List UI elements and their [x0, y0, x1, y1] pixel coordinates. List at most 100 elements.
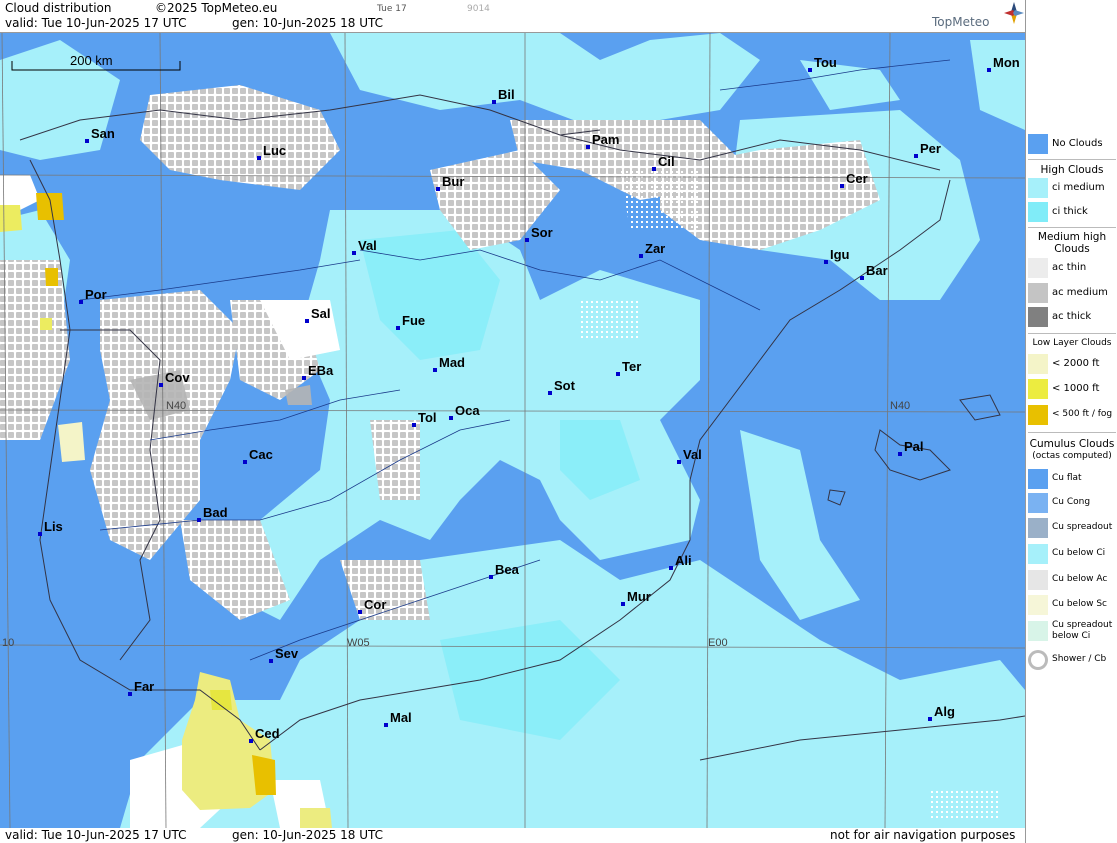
city-name: Bur: [442, 174, 464, 189]
cu-spreadout-below-ci-swatch: [1028, 621, 1048, 641]
legend-label: Cu below Sc: [1052, 599, 1107, 609]
city-name: Ali: [675, 553, 692, 568]
cu-below-sc-swatch: [1028, 595, 1048, 615]
legend-shower: Shower / Cb: [1028, 649, 1116, 671]
city-name: Ced: [255, 726, 280, 741]
ac-thin-swatch: [1028, 258, 1048, 278]
city-name: Oca: [455, 403, 480, 418]
legend-label: ac thick: [1052, 311, 1092, 322]
legend-cu-flat: Cu flat: [1028, 468, 1116, 490]
brand-name: TopMeteo: [932, 15, 990, 29]
city-name: Cil: [658, 154, 675, 169]
city-name: Sot: [554, 378, 576, 393]
ac-thick-swatch: [1028, 307, 1048, 327]
city-marker: [621, 602, 625, 606]
run-code: 9014: [467, 4, 490, 14]
legend-label: Cu Cong: [1052, 497, 1091, 507]
legend-cu-below-sc: Cu below Sc: [1028, 594, 1116, 616]
city-marker: [586, 145, 590, 149]
city-name: Val: [358, 238, 377, 253]
legend-ci-thick: ci thick: [1028, 201, 1116, 223]
valid-time-footer: valid: Tue 10-Jun-2025 17 UTC: [5, 828, 187, 842]
lon-label-w10: 10: [2, 637, 14, 649]
legend-low-2000: < 2000 ft: [1028, 353, 1116, 375]
city-marker: [914, 154, 918, 158]
city-name: Bad: [203, 505, 228, 520]
legend-label: Cu below Ci: [1052, 548, 1106, 558]
city-marker: [128, 692, 132, 696]
city-marker: [197, 518, 201, 522]
city-name: Tol: [418, 410, 437, 425]
legend-label: Cu below Ac: [1052, 574, 1108, 584]
legend-ac-thin: ac thin: [1028, 257, 1116, 279]
lat-label-n40-east: N40: [890, 400, 910, 412]
scale-label: 200 km: [70, 53, 113, 68]
city-marker: [616, 372, 620, 376]
cu-below-ac-swatch: [1028, 570, 1048, 590]
city-name: Cer: [846, 171, 868, 186]
day-tab[interactable]: Tue 17: [377, 4, 407, 14]
city-marker: [987, 68, 991, 72]
city-name: Luc: [263, 143, 286, 158]
city-marker: [860, 276, 864, 280]
city-marker: [412, 423, 416, 427]
cloud-map[interactable]: 200 km N40 N40 W05 E00 10 San Luc Bil Pam To…: [0, 33, 1025, 828]
city-marker: [840, 184, 844, 188]
legend-low-1000: < 1000 ft: [1028, 378, 1116, 400]
city-name: Sor: [531, 225, 553, 240]
city-marker: [898, 452, 902, 456]
legend-label: < 500 ft / fog: [1052, 409, 1113, 419]
city-marker: [548, 391, 552, 395]
ci-medium-swatch: [1028, 178, 1048, 198]
city-name: Pal: [904, 439, 924, 454]
city-marker: [358, 610, 362, 614]
city-name: Fue: [402, 313, 425, 328]
city-name: Bea: [495, 562, 520, 577]
city-marker: [449, 416, 453, 420]
legend-divider: [1028, 227, 1116, 228]
no-clouds-swatch: [1028, 134, 1048, 154]
low-2000-swatch: [1028, 354, 1048, 374]
legend-label: ac thin: [1052, 262, 1087, 273]
city-marker: [384, 723, 388, 727]
ac-medium-swatch: [1028, 283, 1048, 303]
city-pam: Pam: [586, 132, 619, 149]
city-name: Far: [134, 679, 154, 694]
legend-label: Cu flat: [1052, 473, 1082, 483]
ci-thick-swatch: [1028, 202, 1048, 222]
city-name: Sal: [311, 306, 331, 321]
shower-swatch: [1028, 650, 1048, 670]
city-marker: [85, 139, 89, 143]
copyright: ©2025 TopMeteo.eu: [155, 1, 278, 15]
city-name: Lis: [44, 519, 63, 534]
city-name: Cor: [364, 597, 386, 612]
cu-below-ci-swatch: [1028, 544, 1048, 564]
city-name: Cov: [165, 370, 190, 385]
map-footer: valid: Tue 10-Jun-2025 17 UTC gen: 10-Ju…: [0, 828, 1025, 843]
legend-heading-medium: Medium high Clouds: [1037, 231, 1107, 255]
legend-label: Cu spreadout: [1052, 522, 1113, 532]
lon-label-e00: E00: [708, 637, 728, 649]
city-name: Sev: [275, 646, 299, 661]
city-name: Bar: [866, 263, 888, 278]
legend-divider: [1028, 159, 1116, 160]
cu-cong-swatch: [1028, 493, 1048, 513]
city-name: Mad: [439, 355, 465, 370]
city-name: Val: [683, 447, 702, 462]
valid-time-header: valid: Tue 10-Jun-2025 17 UTC: [5, 16, 187, 30]
lat-label-n40-west: N40: [166, 400, 186, 412]
city-marker: [257, 156, 261, 160]
legend-label: ac medium: [1052, 287, 1108, 298]
city-name: Por: [85, 287, 107, 302]
legend-label: No Clouds: [1052, 138, 1103, 149]
city-name: Zar: [645, 241, 665, 256]
city-marker: [824, 260, 828, 264]
cu-flat-swatch: [1028, 469, 1048, 489]
map-title: Cloud distribution: [5, 1, 112, 15]
city-name: Mur: [627, 589, 651, 604]
city-name: Per: [920, 141, 941, 156]
legend-heading-low: Low Layer Clouds: [1032, 338, 1112, 348]
city-marker: [396, 326, 400, 330]
city-name: Mon: [993, 55, 1020, 70]
city-name: Igu: [830, 247, 850, 262]
